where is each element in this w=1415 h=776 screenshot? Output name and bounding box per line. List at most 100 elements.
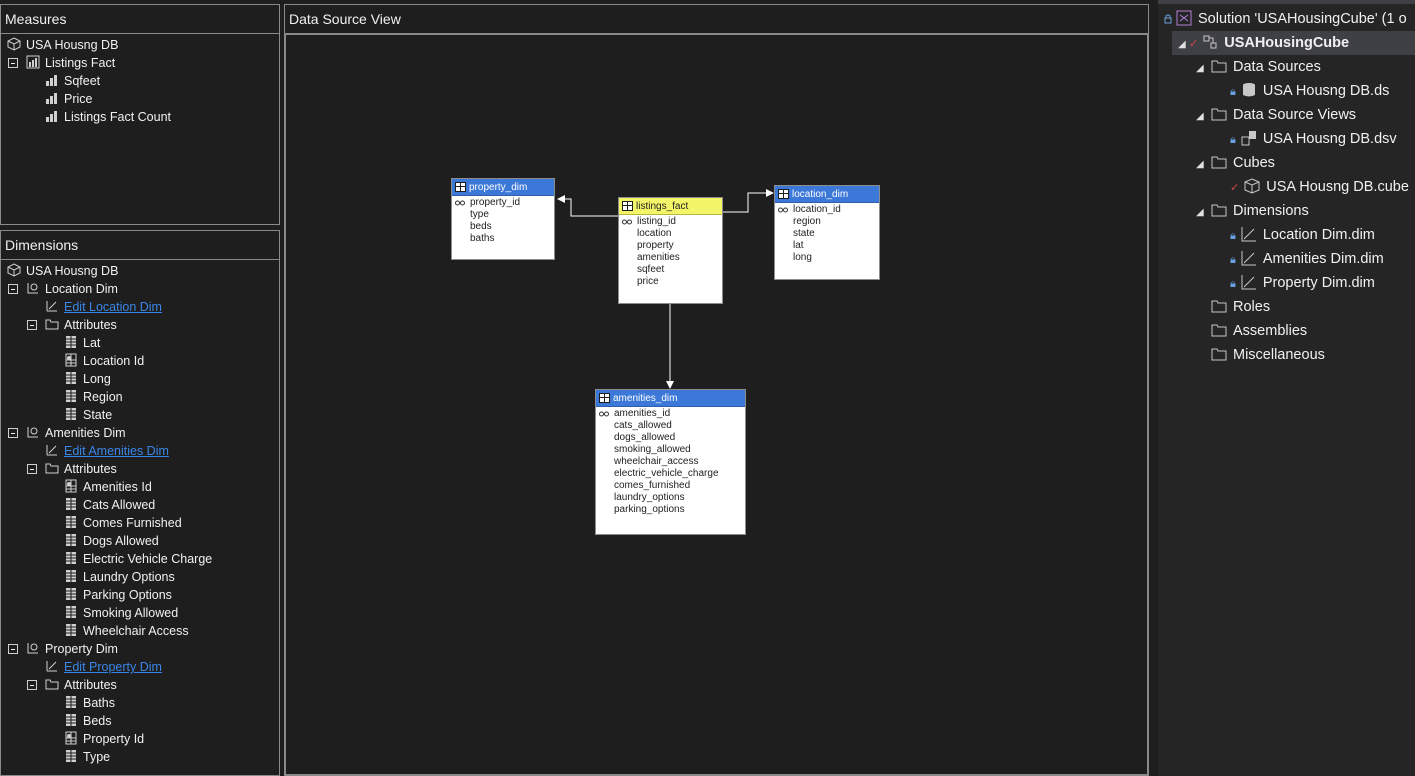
attribute-item[interactable]: Amenities Id [64, 478, 152, 496]
key-attribute-icon [65, 731, 77, 745]
table-column[interactable]: location_id [775, 204, 879, 216]
folder-assemblies[interactable]: Assemblies [1210, 319, 1307, 343]
expand-arrow-icon[interactable]: ◢ [1196, 201, 1210, 225]
table-location-dim[interactable]: location_dim location_id region state la… [774, 185, 880, 280]
edit-dimension-row[interactable]: Edit Location Dim [45, 298, 162, 316]
attribute-item[interactable]: Comes Furnished [64, 514, 182, 532]
table-header[interactable]: property_dim [452, 179, 554, 196]
folder-dimensions[interactable]: ◢ Dimensions [1196, 199, 1309, 223]
measure-item[interactable]: Sqfeet [45, 72, 100, 90]
attributes-folder-row[interactable]: Attributes [45, 676, 117, 694]
attribute-item[interactable]: Cats Allowed [64, 496, 155, 514]
dsv-canvas[interactable]: property_dim property_id type beds baths… [284, 33, 1149, 776]
table-column[interactable]: beds [452, 221, 554, 233]
attribute-item[interactable]: Long [64, 370, 111, 388]
table-column[interactable]: electric_vehicle_charge [596, 468, 745, 480]
edit-dimension-row[interactable]: Edit Property Dim [45, 658, 162, 676]
attribute-item[interactable]: Property Id [64, 730, 144, 748]
attribute-item[interactable]: Wheelchair Access [64, 622, 189, 640]
edit-location-dim-link[interactable]: Edit Location Dim [64, 300, 162, 314]
collapse-toggle[interactable] [8, 644, 18, 654]
table-column[interactable]: baths [452, 233, 554, 245]
attributes-folder-row[interactable]: Attributes [45, 460, 117, 478]
table-column[interactable]: state [775, 228, 879, 240]
table-column[interactable]: smoking_allowed [596, 444, 745, 456]
table-column[interactable]: type [452, 209, 554, 221]
collapse-toggle[interactable] [27, 320, 37, 330]
expand-arrow-icon[interactable]: ◢ [1178, 33, 1186, 57]
folder-roles[interactable]: Roles [1210, 295, 1270, 319]
collapse-toggle[interactable] [8, 428, 18, 438]
table-column[interactable]: comes_furnished [596, 480, 745, 492]
project-row[interactable]: ◢ ✓ USAHousingCube [1172, 31, 1415, 55]
table-column[interactable]: property_id [452, 197, 554, 209]
solution-row[interactable]: Solution 'USAHousingCube' (1 o [1164, 7, 1407, 31]
table-column[interactable]: parking_options [596, 504, 745, 516]
attribute-item[interactable]: Baths [64, 694, 115, 712]
table-column[interactable]: laundry_options [596, 492, 745, 504]
expand-arrow-icon[interactable]: ◢ [1196, 153, 1210, 177]
attribute-item[interactable]: Type [64, 748, 110, 766]
item-dimension[interactable]: 🔒︎ Amenities Dim.dim [1230, 247, 1384, 271]
attribute-item[interactable]: Region [64, 388, 123, 406]
attribute-item[interactable]: Beds [64, 712, 112, 730]
folder-miscellaneous[interactable]: Miscellaneous [1210, 343, 1325, 367]
measure-item[interactable]: Price [45, 90, 92, 108]
folder-cubes[interactable]: ◢ Cubes [1196, 151, 1275, 175]
collapse-toggle[interactable] [8, 284, 18, 294]
table-column[interactable]: location [619, 228, 722, 240]
dimension-row[interactable]: Location Dim [26, 280, 118, 298]
measure-group-row[interactable]: Listings Fact [26, 54, 115, 72]
item-dimension[interactable]: 🔒︎ Property Dim.dim [1230, 271, 1375, 295]
table-listings-fact[interactable]: listings_fact listing_id location proper… [618, 197, 723, 304]
table-column[interactable]: sqfeet [619, 264, 722, 276]
attribute-item[interactable]: Parking Options [64, 586, 172, 604]
item-cube[interactable]: ✓ USA Housng DB.cube [1230, 175, 1409, 199]
table-header[interactable]: listings_fact [619, 198, 722, 215]
table-header[interactable]: location_dim [775, 186, 879, 203]
table-amenities-dim[interactable]: amenities_dim amenities_id cats_allowed … [595, 389, 746, 535]
folder-data-sources[interactable]: ◢ Data Sources [1196, 55, 1321, 79]
collapse-toggle[interactable] [27, 680, 37, 690]
dimensions-db-row[interactable]: USA Housng DB [7, 262, 118, 280]
item-dsv[interactable]: 🔒︎ USA Housng DB.dsv [1230, 127, 1397, 151]
table-column[interactable]: wheelchair_access [596, 456, 745, 468]
collapse-toggle[interactable] [27, 464, 37, 474]
table-column[interactable]: long [775, 252, 879, 264]
edit-icon [46, 661, 57, 672]
table-column[interactable]: lat [775, 240, 879, 252]
item-dimension[interactable]: 🔒︎ Location Dim.dim [1230, 223, 1375, 247]
attribute-item[interactable]: State [64, 406, 112, 424]
attribute-item[interactable]: Laundry Options [64, 568, 175, 586]
table-column[interactable]: dogs_allowed [596, 432, 745, 444]
table-property-dim[interactable]: property_dim property_id type beds baths [451, 178, 555, 260]
table-column[interactable]: amenities_id [596, 408, 745, 420]
dimension-row[interactable]: Amenities Dim [26, 424, 126, 442]
attribute-item[interactable]: Electric Vehicle Charge [64, 550, 212, 568]
table-column[interactable]: listing_id [619, 216, 722, 228]
attribute-item[interactable]: Location Id [64, 352, 144, 370]
collapse-toggle[interactable] [8, 58, 18, 68]
item-label: USA Housng DB.ds [1262, 83, 1390, 99]
edit-property-dim-link[interactable]: Edit Property Dim [64, 660, 162, 674]
edit-amenities-dim-link[interactable]: Edit Amenities Dim [64, 444, 169, 458]
key-attribute-icon [65, 353, 77, 367]
attributes-folder-row[interactable]: Attributes [45, 316, 117, 334]
table-column[interactable]: amenities [619, 252, 722, 264]
attribute-item[interactable]: Lat [64, 334, 100, 352]
expand-arrow-icon[interactable]: ◢ [1196, 105, 1210, 129]
table-header[interactable]: amenities_dim [596, 390, 745, 407]
expand-arrow-icon[interactable]: ◢ [1196, 57, 1210, 81]
dimension-row[interactable]: Property Dim [26, 640, 118, 658]
measure-item[interactable]: Listings Fact Count [45, 108, 171, 126]
edit-dimension-row[interactable]: Edit Amenities Dim [45, 442, 169, 460]
folder-data-source-views[interactable]: ◢ Data Source Views [1196, 103, 1356, 127]
attribute-item[interactable]: Dogs Allowed [64, 532, 159, 550]
table-column[interactable]: cats_allowed [596, 420, 745, 432]
item-data-source[interactable]: 🔒︎ USA Housng DB.ds [1230, 79, 1389, 103]
table-column[interactable]: property [619, 240, 722, 252]
attribute-item[interactable]: Smoking Allowed [64, 604, 178, 622]
table-column[interactable]: price [619, 276, 722, 288]
table-column[interactable]: region [775, 216, 879, 228]
measures-db-row[interactable]: USA Housng DB [7, 36, 118, 54]
